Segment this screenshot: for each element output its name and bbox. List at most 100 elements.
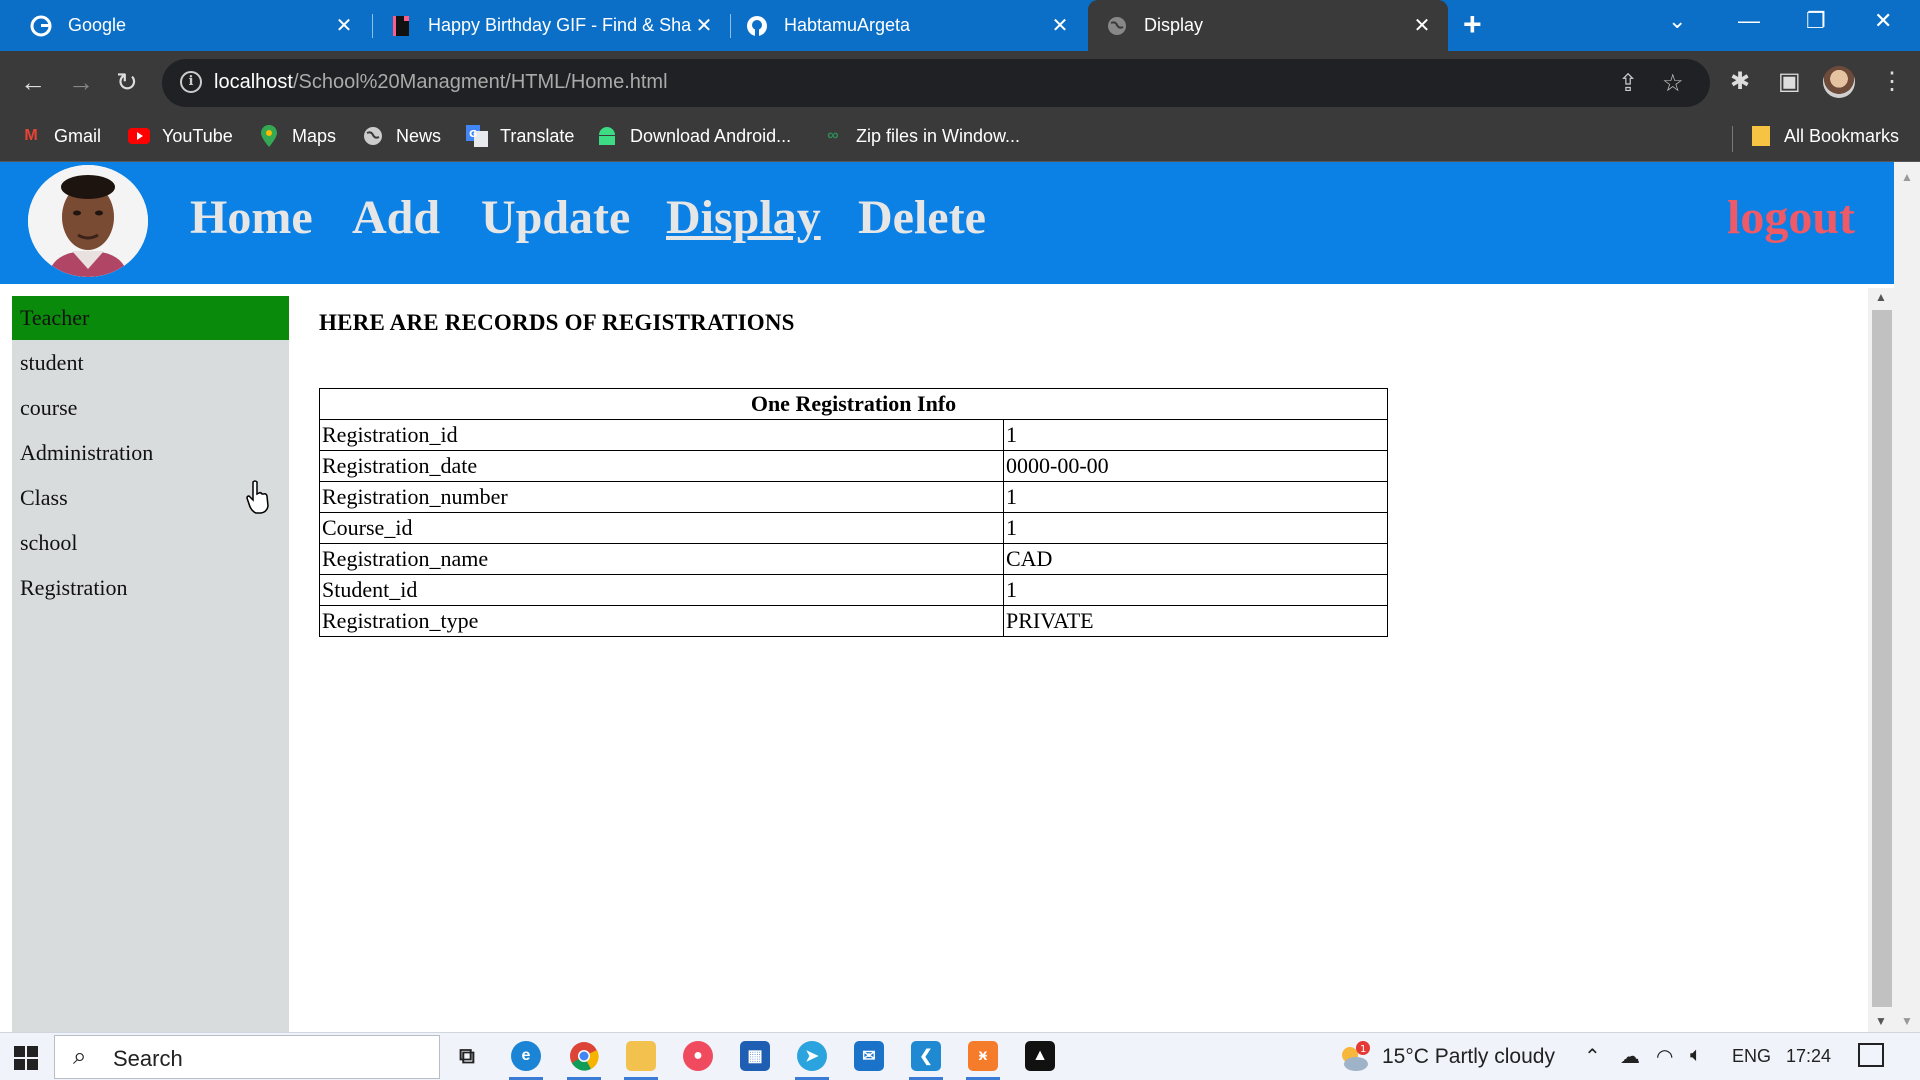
sidebar-item-course[interactable]: course (12, 386, 289, 430)
bookmark-zip-files[interactable]: ∞ Zip files in Window... (822, 125, 1020, 147)
bookmark-news[interactable]: News (362, 125, 441, 147)
registration-table: One Registration Info Registration_id 1 R… (319, 388, 1388, 637)
sidebar-item-teacher[interactable]: Teacher (12, 296, 289, 340)
site-info-icon[interactable]: i (180, 71, 202, 93)
app-a-icon[interactable]: ▲ (1025, 1041, 1055, 1071)
page-scroll-down-arrow-icon[interactable]: ▼ (1901, 1014, 1913, 1028)
field-name: Registration_id (319, 419, 1004, 451)
window-close-icon[interactable]: ✕ (1874, 8, 1892, 34)
taskbar-search-input[interactable]: ⌕ Search (54, 1035, 440, 1079)
edge-icon[interactable]: e (511, 1041, 541, 1071)
table-row: Registration_id 1 (319, 419, 1388, 451)
all-bookmarks[interactable]: All Bookmarks (1750, 125, 1899, 147)
google-icon (30, 15, 52, 37)
close-icon[interactable]: ✕ (1050, 13, 1070, 38)
wifi-icon[interactable]: ◠ (1656, 1044, 1673, 1069)
page-scrollbar[interactable] (1894, 162, 1920, 1032)
tab-google[interactable]: Google ✕ (0, 0, 370, 51)
logout-link[interactable]: logout (1727, 190, 1855, 245)
field-name: Course_id (319, 512, 1004, 544)
tab-title: Google (68, 15, 127, 35)
file-explorer-icon[interactable] (626, 1041, 656, 1071)
table-caption: One Registration Info (319, 388, 1388, 420)
weather-text[interactable]: 15°C Partly cloudy (1382, 1045, 1555, 1069)
language-indicator[interactable]: ENG (1732, 1046, 1771, 1067)
url-text[interactable]: localhost/School%20Managment/HTML/Home.h… (214, 71, 668, 94)
reload-icon[interactable]: ↻ (116, 67, 138, 98)
sidebar-item-registration[interactable]: Registration (12, 566, 289, 610)
table-row: Student_id 1 (319, 574, 1388, 606)
address-bar[interactable]: i localhost/School%20Managment/HTML/Home… (162, 59, 1710, 107)
vscode-icon[interactable]: ❮ (911, 1041, 941, 1071)
profile-avatar[interactable] (1823, 66, 1855, 98)
nav-delete-link[interactable]: Delete (858, 190, 986, 245)
menu-kebab-icon[interactable]: ⋮ (1880, 67, 1904, 96)
page-scroll-up-arrow-icon[interactable]: ▲ (1901, 170, 1913, 184)
extensions-puzzle-icon[interactable]: ✱ (1730, 67, 1750, 96)
link-icon: ∞ (827, 127, 839, 144)
onedrive-cloud-icon[interactable]: ☁ (1620, 1044, 1640, 1069)
tab-title: Happy Birthday GIF - Find & Sha (428, 15, 692, 35)
nav-display-link[interactable]: Display (666, 190, 821, 245)
bookmark-gmail[interactable]: M Gmail (20, 125, 101, 147)
browser-toolbar: ← → ↻ i localhost/School%20Managment/HTM… (0, 51, 1920, 114)
clock[interactable]: 17:24 (1786, 1046, 1831, 1067)
restore-icon[interactable]: ❐ (1806, 8, 1826, 34)
telegram-icon[interactable]: ➤ (797, 1041, 827, 1071)
task-view-icon[interactable]: ⧉ (452, 1041, 482, 1071)
bookmark-translate[interactable]: G Translate (466, 125, 574, 147)
bookmark-star-icon[interactable]: ☆ (1662, 69, 1684, 98)
folder-icon (1750, 125, 1772, 147)
side-panel-icon[interactable]: ▣ (1778, 67, 1801, 96)
new-tab-plus-icon[interactable]: + (1463, 6, 1482, 43)
maps-pin-icon (258, 125, 280, 147)
scroll-up-arrow-icon[interactable]: ▲ (1875, 290, 1887, 304)
tab-title: Display (1144, 15, 1204, 35)
bookmark-download-android[interactable]: Download Android... (596, 125, 791, 147)
notifications-icon[interactable] (1858, 1043, 1884, 1067)
back-arrow-icon[interactable]: ← (20, 67, 46, 98)
scroll-down-arrow-icon[interactable]: ▼ (1875, 1014, 1887, 1028)
tab-title: HabtamuArgeta (784, 15, 911, 35)
weather-partly-cloudy-icon[interactable]: 1 (1336, 1041, 1370, 1073)
youtube-icon (128, 125, 150, 147)
all-bookmarks-label: All Bookmarks (1784, 125, 1900, 146)
screen-recorder-icon[interactable]: ● (683, 1041, 713, 1071)
tab-giphy[interactable]: Happy Birthday GIF - Find & Sha ✕ (374, 0, 730, 51)
minimize-icon[interactable]: — (1738, 8, 1760, 34)
nav-update-link[interactable]: Update (481, 190, 630, 245)
field-name: Registration_name (319, 543, 1004, 575)
field-name: Registration_date (319, 450, 1004, 482)
tray-chevron-up-icon[interactable]: ⌃ (1584, 1044, 1601, 1069)
sidebar-item-school[interactable]: school (12, 521, 289, 565)
volume-icon[interactable]: 🔈︎ (1690, 1044, 1702, 1067)
chrome-icon[interactable] (569, 1041, 599, 1071)
nav-home-link[interactable]: Home (190, 190, 313, 245)
forward-arrow-icon[interactable]: → (68, 67, 94, 98)
close-icon[interactable]: ✕ (694, 13, 714, 38)
mail-icon[interactable]: ✉ (854, 1041, 884, 1071)
browser-tab-bar: Google ✕ Happy Birthday GIF - Find & Sha… (0, 0, 1920, 51)
globe-icon (362, 125, 384, 147)
store-icon[interactable]: ▦ (740, 1041, 770, 1071)
bookmark-maps[interactable]: Maps (258, 125, 336, 147)
bookmark-youtube[interactable]: YouTube (128, 125, 233, 147)
field-value: 1 (1003, 574, 1388, 606)
sidebar-item-administration[interactable]: Administration (12, 431, 289, 475)
tab-separator (372, 14, 373, 38)
github-icon (746, 15, 768, 37)
globe-icon (1106, 15, 1128, 37)
content-scrollbar-thumb[interactable] (1872, 310, 1892, 1007)
tab-display[interactable]: Display ✕ (1088, 0, 1448, 51)
sidebar-item-student[interactable]: student (12, 341, 289, 385)
close-icon[interactable]: ✕ (334, 13, 354, 38)
tab-search-chevron-icon[interactable]: ⌄ (1668, 8, 1686, 34)
nav-add-link[interactable]: Add (352, 190, 440, 245)
share-icon[interactable]: ⇪ (1618, 69, 1638, 98)
windows-start-icon[interactable] (14, 1046, 38, 1070)
windows-taskbar: ⌕ Search ⧉ e ● ▦ ➤ ✉ ❮ ӿ ▲ 1 15°C Partly… (0, 1032, 1920, 1080)
weather-badge: 1 (1360, 1044, 1366, 1055)
close-icon[interactable]: ✕ (1412, 13, 1432, 38)
xampp-icon[interactable]: ӿ (968, 1041, 998, 1071)
tab-github[interactable]: HabtamuArgeta ✕ (732, 0, 1086, 51)
